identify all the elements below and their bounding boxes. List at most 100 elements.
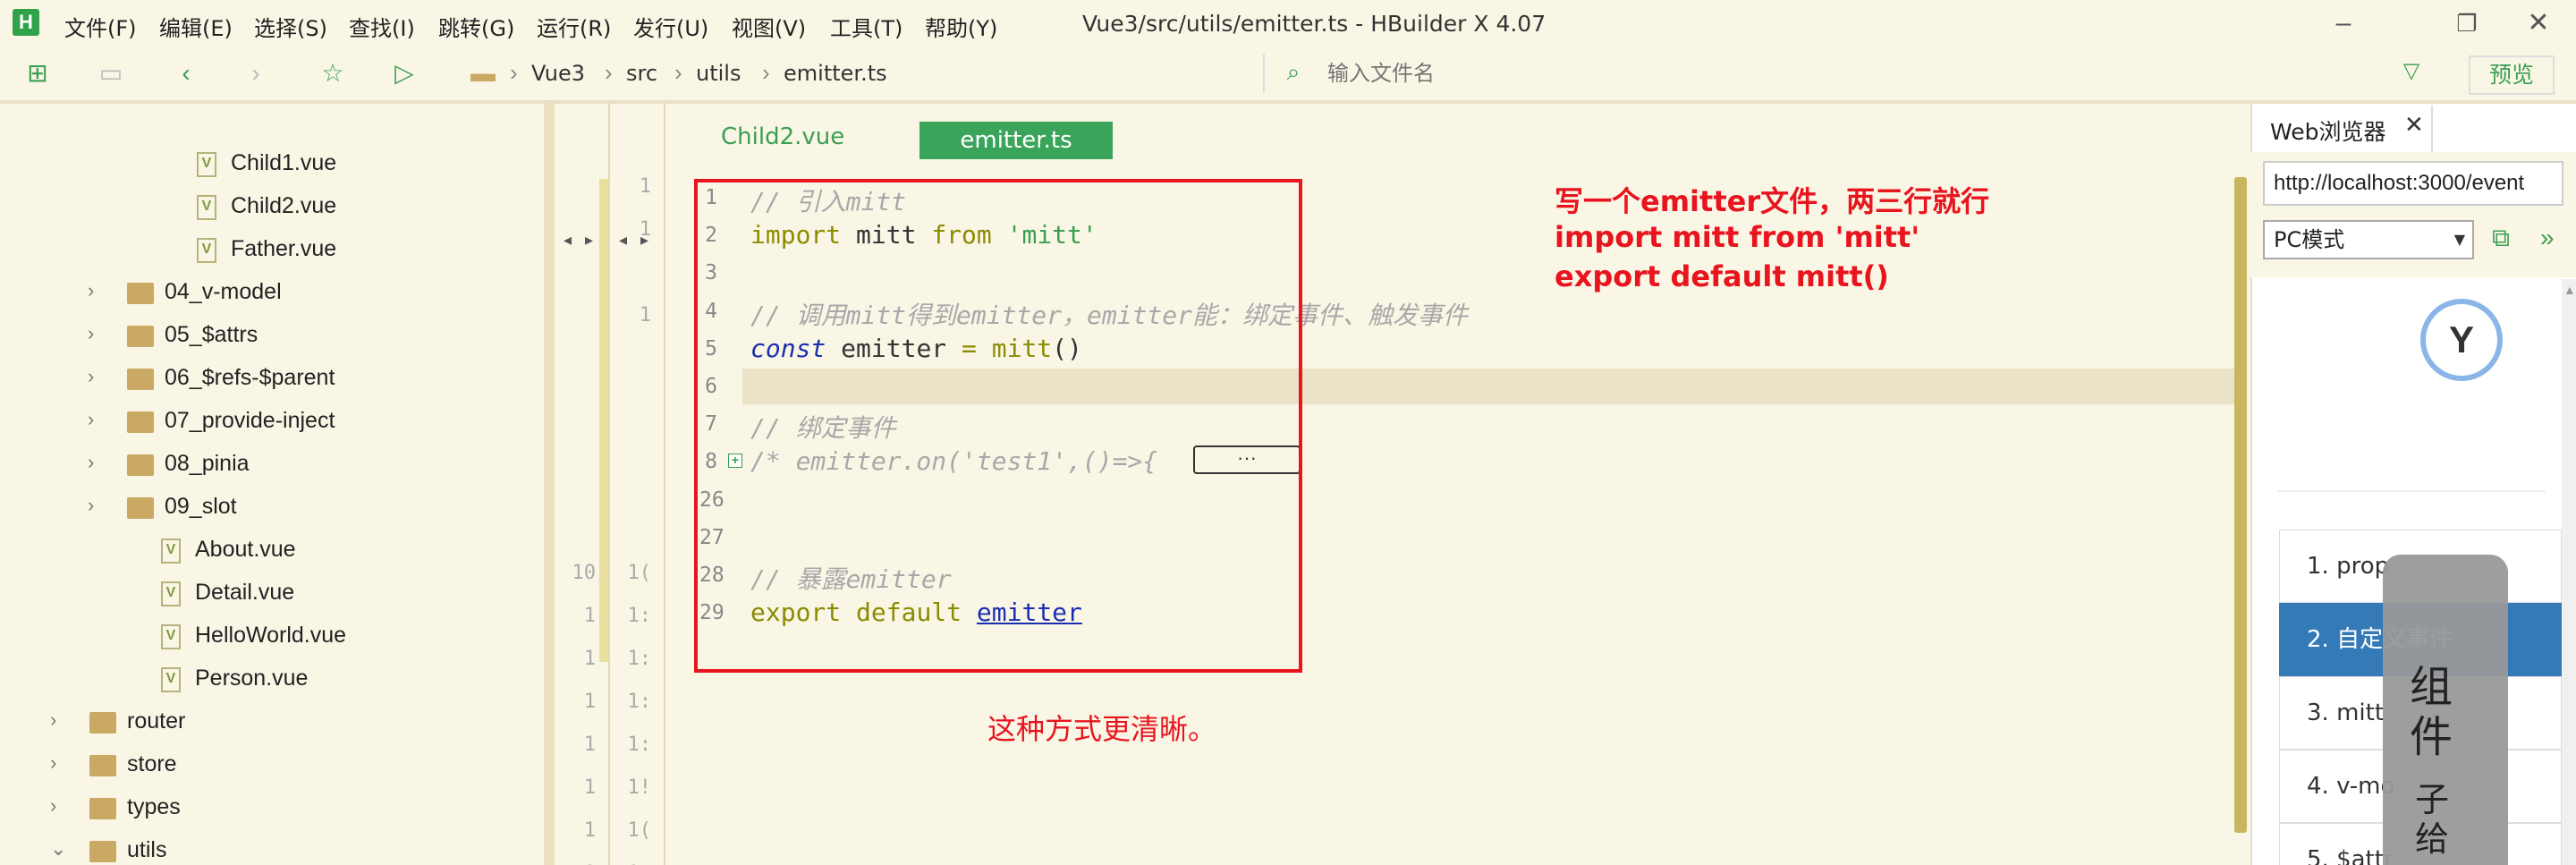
back-icon[interactable]: ‹ <box>170 57 202 89</box>
annotation-highlight-box <box>694 179 1302 673</box>
menu-edit[interactable]: 编辑(E) <box>159 11 233 42</box>
menu-select[interactable]: 选择(S) <box>254 11 327 42</box>
chevron-right-icon[interactable]: › <box>88 408 106 431</box>
tree-item[interactable]: › 06_$refs-$parent <box>0 360 537 401</box>
gutter-number: 1! <box>627 776 652 799</box>
menu-goto[interactable]: 跳转(G) <box>438 11 514 42</box>
annotation-text: import mitt from 'mitt' <box>1555 220 1920 254</box>
gutter-number: 10 <box>572 562 597 584</box>
chevron-right-icon[interactable]: › <box>88 322 106 345</box>
tree-item-label: 04_v-model <box>165 279 282 304</box>
annotation-text: export default mitt() <box>1555 259 1889 293</box>
folder-icon <box>89 755 116 776</box>
tree-item-label: HelloWorld.vue <box>195 623 347 648</box>
tree-item-label: 09_slot <box>165 494 237 519</box>
gutter-number: 1 <box>639 218 651 241</box>
tree-item-label: 08_pinia <box>165 451 250 476</box>
tree-item[interactable]: › 08_pinia <box>0 445 537 487</box>
run-icon[interactable]: ▷ <box>388 57 420 89</box>
menu-run[interactable]: 运行(R) <box>537 11 611 42</box>
vue-file-icon: V <box>197 238 216 263</box>
tree-item[interactable]: V HelloWorld.vue <box>0 617 537 658</box>
mode-select-value: PC模式 <box>2274 227 2345 252</box>
scroll-up-icon[interactable]: ▲ <box>2563 283 2576 297</box>
close-icon[interactable]: ✕ <box>2521 5 2556 41</box>
menu-file[interactable]: 文件(F) <box>64 11 137 42</box>
chevron-right-icon[interactable]: › <box>88 279 106 302</box>
tree-item[interactable]: V Person.vue <box>0 660 537 701</box>
tree-item[interactable]: › 04_v-model <box>0 274 537 315</box>
open-external-icon[interactable]: ⧉ <box>2492 224 2510 253</box>
tree-item-label: types <box>127 794 181 819</box>
breadcrumb-item[interactable]: src <box>626 61 657 86</box>
tree-item-label: 07_provide-inject <box>165 408 335 433</box>
tree-item[interactable]: V About.vue <box>0 531 537 572</box>
chevron-right-icon[interactable]: › <box>88 494 106 517</box>
folder-icon <box>127 497 154 519</box>
close-icon[interactable]: ✕ <box>2404 111 2424 139</box>
url-input[interactable] <box>2263 161 2563 206</box>
tab-emitter[interactable]: emitter.ts <box>919 122 1113 159</box>
tree-item[interactable]: ⌄ utils <box>0 832 537 865</box>
tree-item[interactable]: V Father.vue <box>0 231 537 272</box>
menu-find[interactable]: 查找(I) <box>349 11 415 42</box>
gutter-number: 1 <box>639 304 651 326</box>
tree-scrollbar[interactable] <box>544 104 555 865</box>
vue-file-icon: V <box>161 624 181 649</box>
chevron-right-icon[interactable]: › <box>50 751 68 775</box>
tree-item-label: About.vue <box>195 537 296 562</box>
breadcrumb-item[interactable]: utils <box>696 61 741 86</box>
mode-select[interactable]: PC模式 ▼ <box>2263 220 2474 259</box>
annotation-text: 这种方式更清晰。 <box>987 712 1217 746</box>
vue-file-icon: V <box>161 581 181 606</box>
tree-item[interactable]: › router <box>0 703 537 744</box>
title-bar: H 文件(F) 编辑(E) 选择(S) 查找(I) 跳转(G) 运行(R) 发行… <box>0 0 2576 47</box>
menu-view[interactable]: 视图(V) <box>732 11 806 42</box>
new-file-icon[interactable]: ⊞ <box>21 57 54 89</box>
chevron-right-icon[interactable]: › <box>50 794 68 818</box>
tab-child2[interactable]: Child2.vue <box>721 123 844 150</box>
chevron-right-icon[interactable]: › <box>50 708 68 732</box>
breadcrumb-item[interactable]: emitter.ts <box>784 61 887 86</box>
tree-item[interactable]: › 05_$attrs <box>0 317 537 358</box>
forward-icon[interactable]: › <box>240 57 272 89</box>
editor-scrollbar[interactable] <box>2234 177 2247 833</box>
tree-item[interactable]: V Child2.vue <box>0 188 537 229</box>
chevron-right-icon[interactable]: › <box>88 365 106 388</box>
tree-item-label: utils <box>127 837 167 862</box>
gutter-right: ◂ ▸ 1111(1:1:1:1:1!1(1; <box>612 104 665 865</box>
vue-file-icon: V <box>197 195 216 220</box>
tree-item-label: Child2.vue <box>231 193 337 218</box>
menu-tools[interactable]: 工具(T) <box>830 11 902 42</box>
chevron-left-icon[interactable]: ◂ <box>564 231 572 250</box>
minimize-icon[interactable]: – <box>2326 5 2361 41</box>
save-icon[interactable]: ▭ <box>95 57 127 89</box>
tree-item[interactable]: › 07_provide-inject <box>0 403 537 444</box>
gutter-number: 1( <box>627 562 652 584</box>
restore-icon[interactable]: ❐ <box>2449 5 2485 41</box>
star-icon[interactable]: ☆ <box>317 57 349 89</box>
tree-item-label: 05_$attrs <box>165 322 258 347</box>
double-chevron-icon[interactable]: » <box>2540 224 2555 252</box>
tree-item[interactable]: › types <box>0 789 537 830</box>
preview-button[interactable]: 预览 <box>2469 55 2555 95</box>
file-search-input[interactable] <box>1327 57 2311 89</box>
chevron-down-icon[interactable]: ⌄ <box>50 837 68 861</box>
tree-item[interactable]: › 09_slot <box>0 488 537 530</box>
browser-scrollbar[interactable] <box>2562 279 2576 865</box>
file-search: ⌕ ▽ <box>1263 54 2435 93</box>
gutter-number: 1 <box>583 819 596 842</box>
tree-item[interactable]: V Child1.vue <box>0 145 537 186</box>
hbuilder-logo-icon: H <box>13 9 39 36</box>
tree-item-label: Person.vue <box>195 666 309 691</box>
chevron-right-icon[interactable]: › <box>88 451 106 474</box>
filter-icon[interactable]: ▽ <box>2395 55 2428 88</box>
gutter-number: 1 <box>583 605 596 627</box>
menu-help[interactable]: 帮助(Y) <box>925 11 997 42</box>
breadcrumb-item[interactable]: Vue3 <box>531 61 585 86</box>
menu-publish[interactable]: 发行(U) <box>633 11 708 42</box>
tree-item[interactable]: V Detail.vue <box>0 574 537 615</box>
folder-icon <box>127 454 154 476</box>
chevron-right-icon[interactable]: ▸ <box>585 231 593 250</box>
tree-item[interactable]: › store <box>0 746 537 787</box>
